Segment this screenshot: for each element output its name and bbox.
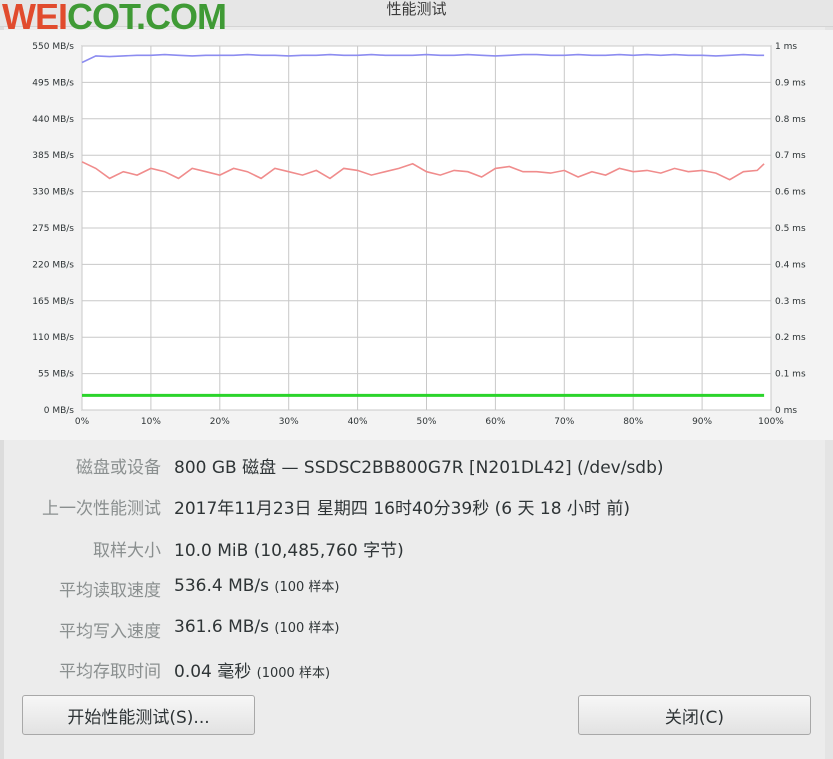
write-rate-value: 361.6 MB/s (100 样本) <box>174 617 340 637</box>
y-right-tick-label: 0.5 ms <box>775 224 806 234</box>
y-right-tick-label: 0.3 ms <box>775 297 806 307</box>
x-tick-label: 80% <box>623 417 643 427</box>
sample-size-value: 10.0 MiB (10,485,760 字节) <box>174 541 404 561</box>
x-tick-label: 100% <box>758 417 784 427</box>
y-right-tick-label: 0.4 ms <box>775 260 806 270</box>
read-rate-label: 平均读取速度 <box>59 581 161 601</box>
write-samples: (100 样本) <box>274 621 340 636</box>
window-title: 性能测试 <box>386 0 447 18</box>
y-left-tick-label: 55 MB/s <box>38 370 74 380</box>
row-last-benchmark: 上一次性能测试 2017年11月23日 星期四 16时40分39秒 (6 天 1… <box>0 491 833 521</box>
x-tick-label: 0% <box>75 417 90 427</box>
x-tick-label: 90% <box>692 417 712 427</box>
benchmark-chart: 0 MB/s 0 ms 55 MB/s 0.1 ms 110 MB/s 0.2 ms 165… <box>0 30 833 440</box>
row-sample-size: 取样大小 10.0 MiB (10,485,760 字节) <box>0 533 833 563</box>
device-label: 磁盘或设备 <box>76 458 161 478</box>
y-left-tick-label: 220 MB/s <box>32 260 74 270</box>
sample-size-label: 取样大小 <box>93 541 161 561</box>
y-left-tick-label: 495 MB/s <box>32 78 74 88</box>
access-time-value: 0.04 毫秒 (1000 样本) <box>174 662 331 682</box>
y-right-tick-label: 0 ms <box>775 406 797 416</box>
y-left-tick-label: 275 MB/s <box>32 224 74 234</box>
x-tick-label: 40% <box>348 417 368 427</box>
y-left-tick-label: 440 MB/s <box>32 115 74 125</box>
read-samples: (100 样本) <box>274 580 340 595</box>
row-read-rate: 平均读取速度 536.4 MB/s (100 样本) <box>0 573 833 603</box>
benchmark-chart-svg: 0 MB/s 0 ms 55 MB/s 0.1 ms 110 MB/s 0.2 ms 165… <box>32 42 806 427</box>
x-tick-label: 10% <box>141 417 161 427</box>
last-benchmark-value: 2017年11月23日 星期四 16时40分39秒 (6 天 18 小时 前) <box>174 499 630 519</box>
y-right-tick-label: 0.6 ms <box>775 188 806 198</box>
row-access-time: 平均存取时间 0.04 毫秒 (1000 样本) <box>0 654 833 684</box>
y-left-tick-label: 550 MB/s <box>32 42 74 52</box>
start-benchmark-button[interactable]: 开始性能测试(S)... <box>22 695 255 735</box>
y-left-tick-label: 0 MB/s <box>44 406 75 416</box>
y-left-tick-label: 165 MB/s <box>32 297 74 307</box>
y-right-tick-label: 0.7 ms <box>775 151 806 161</box>
x-tick-label: 70% <box>554 417 574 427</box>
row-device: 磁盘或设备 800 GB 磁盘 — SSDSC2BB800G7R [N201DL… <box>0 450 833 480</box>
y-right-tick-label: 0.8 ms <box>775 115 806 125</box>
y-right-tick-label: 1 ms <box>775 42 797 52</box>
row-write-rate: 平均写入速度 361.6 MB/s (100 样本) <box>0 614 833 644</box>
close-button[interactable]: 关闭(C) <box>578 695 811 735</box>
x-tick-label: 30% <box>279 417 299 427</box>
x-tick-label: 50% <box>416 417 436 427</box>
access-time-label: 平均存取时间 <box>59 662 161 682</box>
last-benchmark-label: 上一次性能测试 <box>42 499 161 519</box>
title-bar[interactable]: WEICOT.COM 性能测试 <box>0 0 833 37</box>
x-tick-label: 60% <box>485 417 505 427</box>
access-samples: (1000 样本) <box>256 666 331 681</box>
y-right-tick-label: 0.9 ms <box>775 78 806 88</box>
write-rate-label: 平均写入速度 <box>59 622 161 642</box>
y-left-tick-label: 385 MB/s <box>32 151 74 161</box>
y-right-tick-label: 0.1 ms <box>775 370 806 380</box>
y-left-tick-label: 330 MB/s <box>32 188 74 198</box>
read-rate-value: 536.4 MB/s (100 样本) <box>174 576 340 596</box>
x-tick-label: 20% <box>210 417 230 427</box>
device-value: 800 GB 磁盘 — SSDSC2BB800G7R [N201DL42] (/… <box>174 458 664 478</box>
y-right-tick-label: 0.2 ms <box>775 333 806 343</box>
y-left-tick-label: 110 MB/s <box>32 333 74 343</box>
